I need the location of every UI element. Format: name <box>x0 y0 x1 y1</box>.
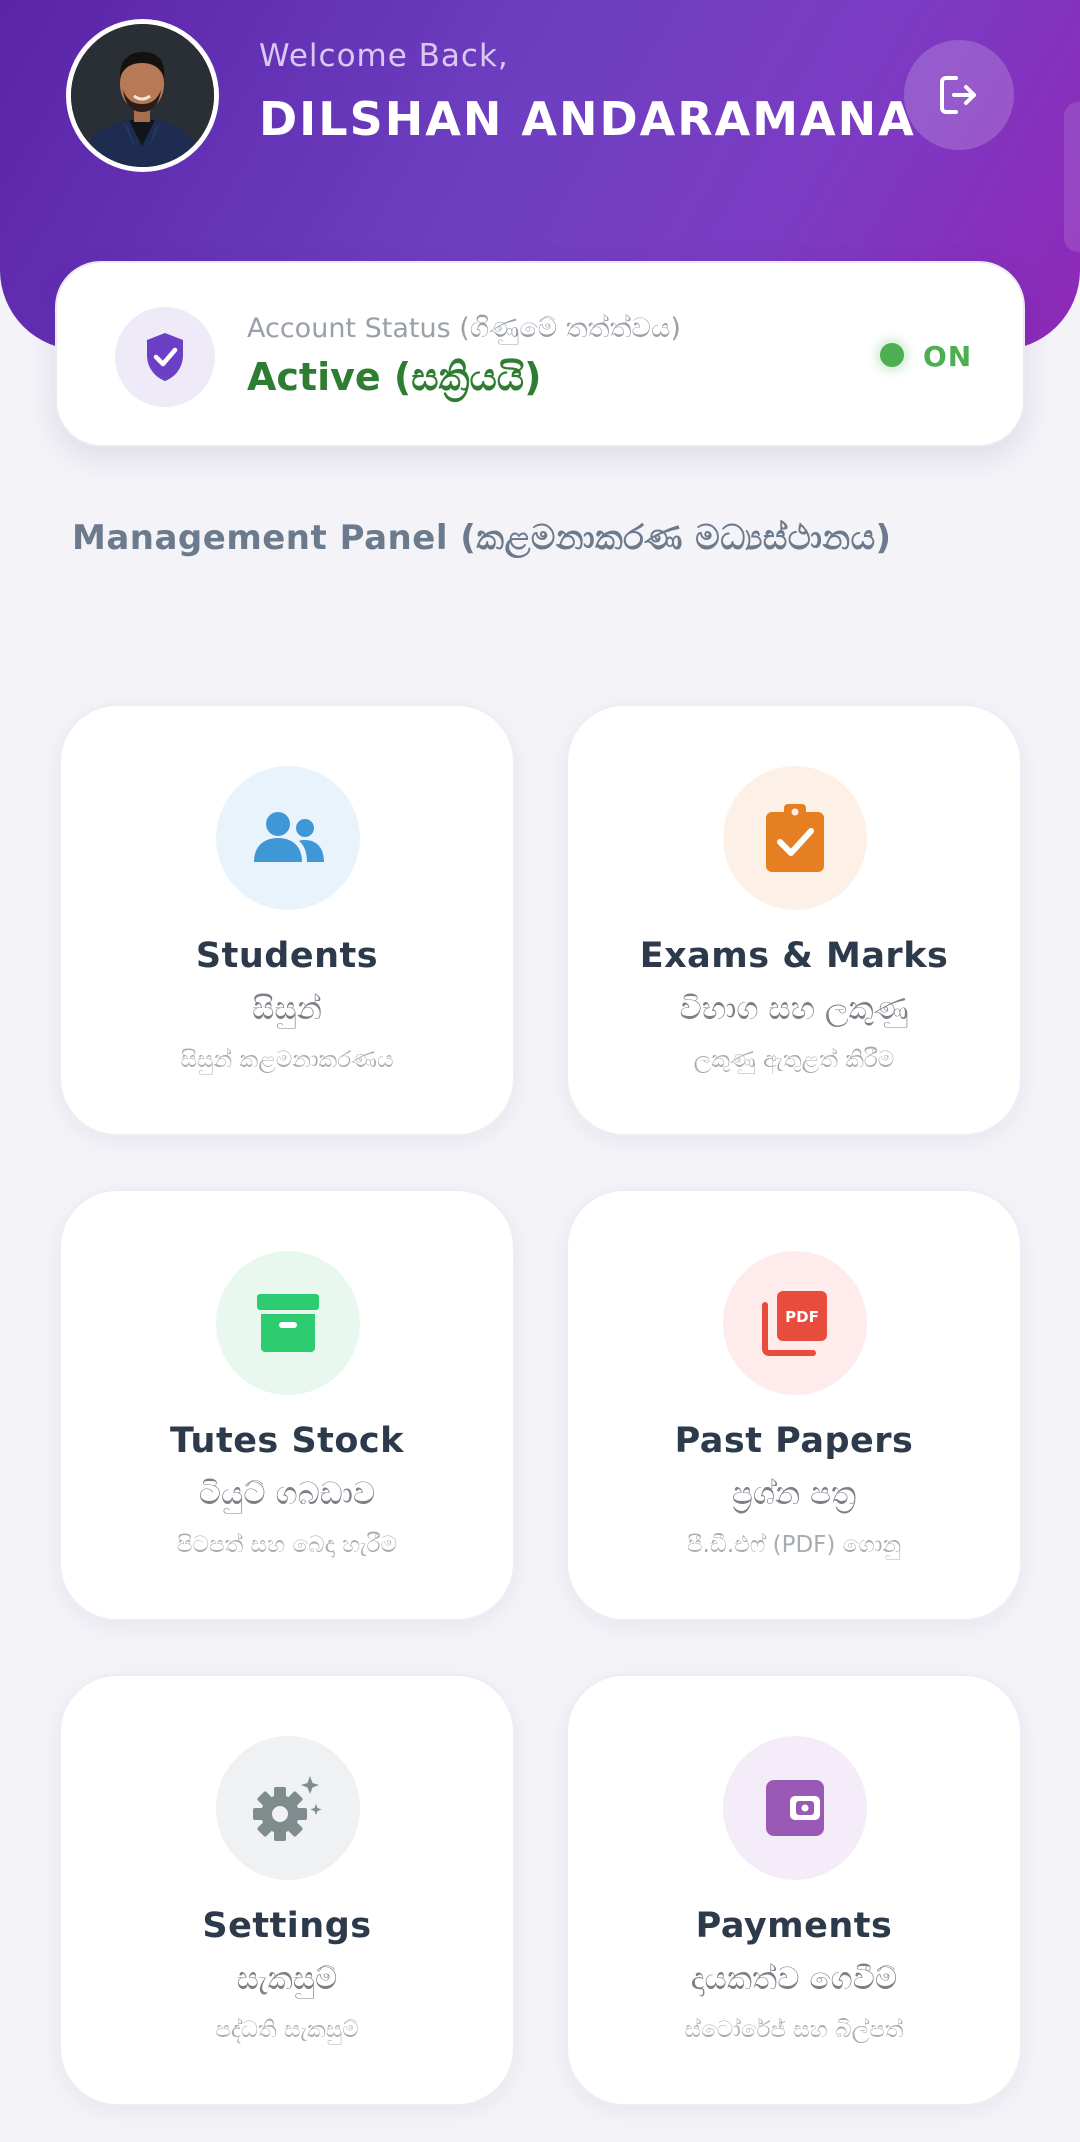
card-description: ස්ටෝරේජ් සහ බිල්පත් <box>684 2017 904 2043</box>
card-settings[interactable]: Settings සැකසුම් පද්ධති සැකසුම් <box>59 1674 515 2106</box>
card-description: සිසුන් කළමනාකරණය <box>180 1047 394 1073</box>
card-subtitle: ටියුට් ගබඩාව <box>198 1476 376 1512</box>
card-icon-wrapper <box>723 766 867 910</box>
card-icon-wrapper <box>723 1736 867 1880</box>
card-title: Payments <box>695 1906 893 1946</box>
shield-check-icon-wrapper <box>115 307 215 407</box>
card-description: පද්ධති සැකසුම් <box>215 2017 359 2043</box>
card-tutes-stock[interactable]: Tutes Stock ටියුට් ගබඩාව පිටපත් සහ බෙදා … <box>59 1189 515 1621</box>
dashboard-screen: Welcome Back, DILSHAN ANDARAMANA Account… <box>0 0 1080 2142</box>
side-drawer-handle[interactable] <box>1064 102 1080 252</box>
card-students[interactable]: Students සිසුන් සිසුන් කළමනාකරණය <box>59 704 515 1136</box>
card-icon-wrapper <box>216 766 360 910</box>
online-indicator-dot <box>880 343 904 367</box>
account-status-card: Account Status (ගිණුමේ තත්ත්වය) Active (… <box>55 261 1025 447</box>
gear-icon <box>253 1776 322 1841</box>
section-title: Management Panel (කළමනාකරණ මධ්‍යස්ථානය) <box>72 518 892 558</box>
pdf-file-icon: PDF <box>762 1291 827 1356</box>
clipboard-check-icon <box>766 804 824 872</box>
card-description: පී.ඩී.එෆ් (PDF) ගොනු <box>686 1532 902 1558</box>
card-description: ලකුණු ඇතුළත් කිරීම <box>693 1047 895 1073</box>
card-title: Past Papers <box>674 1421 914 1461</box>
user-name: DILSHAN ANDARAMANA <box>259 92 916 146</box>
avatar-photo <box>71 24 214 167</box>
logout-icon <box>940 76 976 114</box>
card-title: Settings <box>202 1906 372 1946</box>
wallet-icon <box>766 1780 824 1836</box>
archive-box-icon <box>257 1294 319 1352</box>
avatar[interactable] <box>66 19 219 172</box>
card-icon-wrapper: PDF <box>723 1251 867 1395</box>
account-status-label: Account Status (ගිණුමේ තත්ත්වය) <box>247 313 681 344</box>
account-status-value: Active (සක්‍රියයි) <box>247 355 542 399</box>
welcome-text: Welcome Back, <box>259 38 509 74</box>
card-title: Exams & Marks <box>639 936 949 976</box>
card-icon-wrapper <box>216 1736 360 1880</box>
card-description: පිටපත් සහ බෙදා හැරීම <box>176 1532 398 1558</box>
users-icon <box>254 812 324 862</box>
card-subtitle: දායකත්ව ගෙවීම් <box>690 1961 898 1997</box>
card-title: Students <box>195 936 379 976</box>
card-title: Tutes Stock <box>170 1421 404 1461</box>
card-payments[interactable]: Payments දායකත්ව ගෙවීම් ස්ටෝරේජ් සහ බිල්… <box>566 1674 1022 2106</box>
card-subtitle: සිසුන් <box>252 991 322 1027</box>
card-past-papers[interactable]: PDF Past Papers ප්‍රශ්න පත්‍ර පී.ඩී.එෆ් … <box>566 1189 1022 1621</box>
card-subtitle: ප්‍රශ්න පත්‍ර <box>731 1476 857 1512</box>
card-subtitle: විභාග සහ ලකුණු <box>679 991 909 1027</box>
svg-text:PDF: PDF <box>785 1308 819 1326</box>
card-subtitle: සැකසුම් <box>236 1961 338 1997</box>
card-icon-wrapper <box>216 1251 360 1395</box>
logout-button[interactable] <box>904 40 1014 150</box>
shield-check-icon <box>147 333 183 381</box>
online-indicator-label: ON <box>923 340 973 373</box>
card-exams-marks[interactable]: Exams & Marks විභාග සහ ලකුණු ලකුණු ඇතුළත… <box>566 704 1022 1136</box>
